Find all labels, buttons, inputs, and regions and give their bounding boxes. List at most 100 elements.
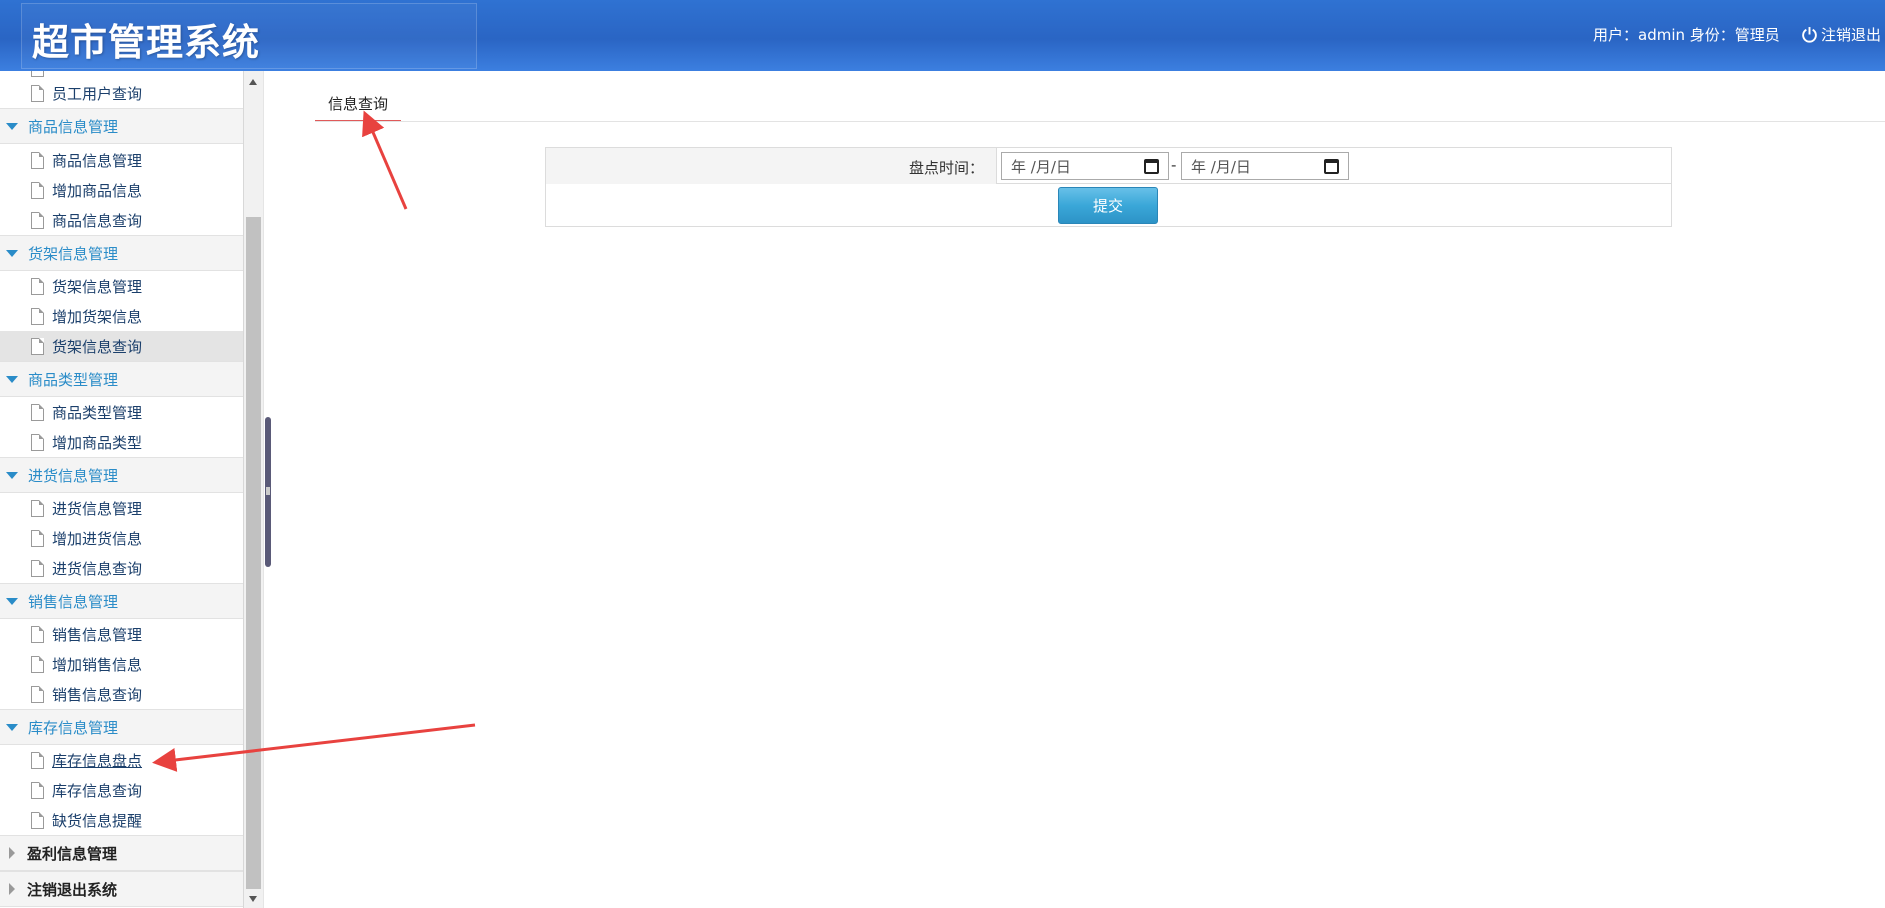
sidebar-item-label: 货架信息查询 <box>52 337 143 356</box>
sidebar-item-inventory-query[interactable]: 库存信息查询 <box>0 775 243 805</box>
file-icon <box>31 655 44 673</box>
sidebar-item-shelf-query[interactable]: 货架信息查询 <box>0 331 243 361</box>
end-date-placeholder: 年 /月/日 <box>1191 157 1251 176</box>
sidebar-item-sales-query[interactable]: 销售信息查询 <box>0 679 243 709</box>
scrollbar-thumb[interactable] <box>246 217 261 889</box>
sidebar-group-label: 货架信息管理 <box>28 244 119 263</box>
tab-info-query[interactable]: 信息查询 <box>315 83 401 122</box>
sidebar-toggle-handle[interactable] <box>265 417 271 567</box>
file-icon <box>31 84 44 102</box>
sidebar-scrollbar[interactable] <box>244 71 263 908</box>
query-form: 盘点时间： 年 /月/日 - 年 /月/日 提交 <box>545 147 1672 227</box>
sidebar-item-label: 增加货架信息 <box>52 307 143 326</box>
sidebar-group-inventory[interactable]: 库存信息管理 <box>0 709 243 745</box>
splitter-line <box>263 71 264 908</box>
form-row-date: 盘点时间： 年 /月/日 - 年 /月/日 <box>546 148 1671 184</box>
expand-arrow-icon <box>6 471 18 479</box>
sidebar-item-label: 库存信息盘点 <box>52 751 143 770</box>
expand-arrow-icon <box>6 375 18 383</box>
tab-label: 信息查询 <box>327 95 388 113</box>
sidebar-group-category[interactable]: 商品类型管理 <box>0 361 243 397</box>
sidebar-group-profit[interactable]: 盈利信息管理 <box>0 835 243 871</box>
sidebar-group-label: 商品信息管理 <box>28 117 119 136</box>
file-icon <box>31 751 44 769</box>
file-icon <box>31 307 44 325</box>
start-date-placeholder: 年 /月/日 <box>1011 157 1071 176</box>
sidebar-item-label: 增加销售信息 <box>52 655 143 674</box>
sidebar-group-label: 商品类型管理 <box>28 370 119 389</box>
sidebar-group-goods[interactable]: 商品信息管理 <box>0 108 243 144</box>
logout-link[interactable]: 注销退出 <box>1801 24 1881 45</box>
sidebar-item-shelf-add[interactable]: 增加货架信息 <box>0 301 243 331</box>
file-icon <box>31 181 44 199</box>
sidebar-item-purchase-add[interactable]: 增加进货信息 <box>0 523 243 553</box>
sidebar-group-sales[interactable]: 销售信息管理 <box>0 583 243 619</box>
scroll-down-icon[interactable] <box>249 896 257 902</box>
sidebar-item-employee-query[interactable]: 员工用户查询 <box>0 78 243 108</box>
sidebar-item-purchase-manage[interactable]: 进货信息管理 <box>0 493 243 523</box>
sidebar-item-label: 进货信息管理 <box>52 499 143 518</box>
file-icon <box>31 151 44 169</box>
scroll-up-icon[interactable] <box>249 79 257 85</box>
sidebar-item-label: 货架信息管理 <box>52 277 143 296</box>
end-date-input[interactable]: 年 /月/日 <box>1181 152 1349 180</box>
sidebar-item-goods-add[interactable]: 增加商品信息 <box>0 175 243 205</box>
file-icon <box>31 781 44 799</box>
app-title: 超市管理系统 <box>32 21 260 64</box>
sidebar-item-inventory-check[interactable]: 库存信息盘点 <box>0 745 243 775</box>
sidebar-item-label: 商品类型管理 <box>52 403 143 422</box>
power-icon <box>1802 27 1817 43</box>
sidebar-item-sales-manage[interactable]: 销售信息管理 <box>0 619 243 649</box>
start-date-input[interactable]: 年 /月/日 <box>1001 152 1169 180</box>
file-icon <box>31 529 44 547</box>
sidebar-item-label: 增加商品信息 <box>52 181 143 200</box>
file-icon <box>31 403 44 421</box>
collapse-arrow-icon <box>9 883 15 895</box>
sidebar-item-label: 库存信息查询 <box>52 781 143 800</box>
sidebar-item-goods-manage[interactable]: 商品信息管理 <box>0 145 243 175</box>
file-icon <box>31 811 44 829</box>
user-info: 用户：admin 身份：管理员 <box>1593 26 1780 44</box>
file-icon <box>31 685 44 703</box>
sidebar-group-label: 进货信息管理 <box>28 466 119 485</box>
logout-label: 注销退出 <box>1821 26 1882 44</box>
sidebar-item-label: 进货信息查询 <box>52 559 143 578</box>
sidebar-item-label: 销售信息查询 <box>52 685 143 704</box>
sidebar-group-label: 销售信息管理 <box>28 592 119 611</box>
sidebar-group-label: 库存信息管理 <box>28 718 119 737</box>
sidebar-item-label: 商品信息查询 <box>52 211 143 230</box>
sidebar-group-label: 注销退出系统 <box>27 880 118 899</box>
sidebar-item-shortage-alert[interactable]: 缺货信息提醒 <box>0 805 243 835</box>
calendar-icon[interactable] <box>1144 158 1159 174</box>
sidebar-item-sales-add[interactable]: 增加销售信息 <box>0 649 243 679</box>
sidebar-item-label: 增加进货信息 <box>52 529 143 548</box>
sidebar-item-category-manage[interactable]: 商品类型管理 <box>0 397 243 427</box>
sidebar-item-goods-query[interactable]: 商品信息查询 <box>0 205 243 235</box>
file-icon <box>31 433 44 451</box>
form-label-cell: 盘点时间： <box>546 148 997 184</box>
sidebar-group-label: 盈利信息管理 <box>27 844 118 863</box>
sidebar-item-category-add[interactable]: 增加商品类型 <box>0 427 243 457</box>
sidebar-item-purchase-query[interactable]: 进货信息查询 <box>0 553 243 583</box>
expand-arrow-icon <box>6 723 18 731</box>
sidebar-item-shelf-manage[interactable]: 货架信息管理 <box>0 271 243 301</box>
expand-arrow-icon <box>6 249 18 257</box>
sidebar-group-purchase[interactable]: 进货信息管理 <box>0 457 243 493</box>
app-header: 超市管理系统 用户：admin 身份：管理员 注销退出 <box>0 0 1885 71</box>
sidebar-item-label: 商品信息管理 <box>52 151 143 170</box>
sidebar-group-logout[interactable]: 注销退出系统 <box>0 871 243 907</box>
annotation-arrow-tab <box>362 110 408 210</box>
annotation-arrows <box>152 110 476 772</box>
expand-arrow-icon <box>6 122 18 130</box>
file-icon <box>31 625 44 643</box>
calendar-icon[interactable] <box>1324 158 1339 174</box>
file-icon <box>31 337 44 355</box>
date-range-label: 盘点时间： <box>908 159 984 177</box>
sidebar-item-label: 缺货信息提醒 <box>52 811 143 830</box>
file-icon <box>31 277 44 295</box>
sidebar-group-shelf[interactable]: 货架信息管理 <box>0 235 243 271</box>
date-separator: - <box>1171 156 1177 174</box>
file-icon <box>31 559 44 577</box>
submit-button[interactable]: 提交 <box>1058 187 1158 224</box>
file-icon <box>31 211 44 229</box>
